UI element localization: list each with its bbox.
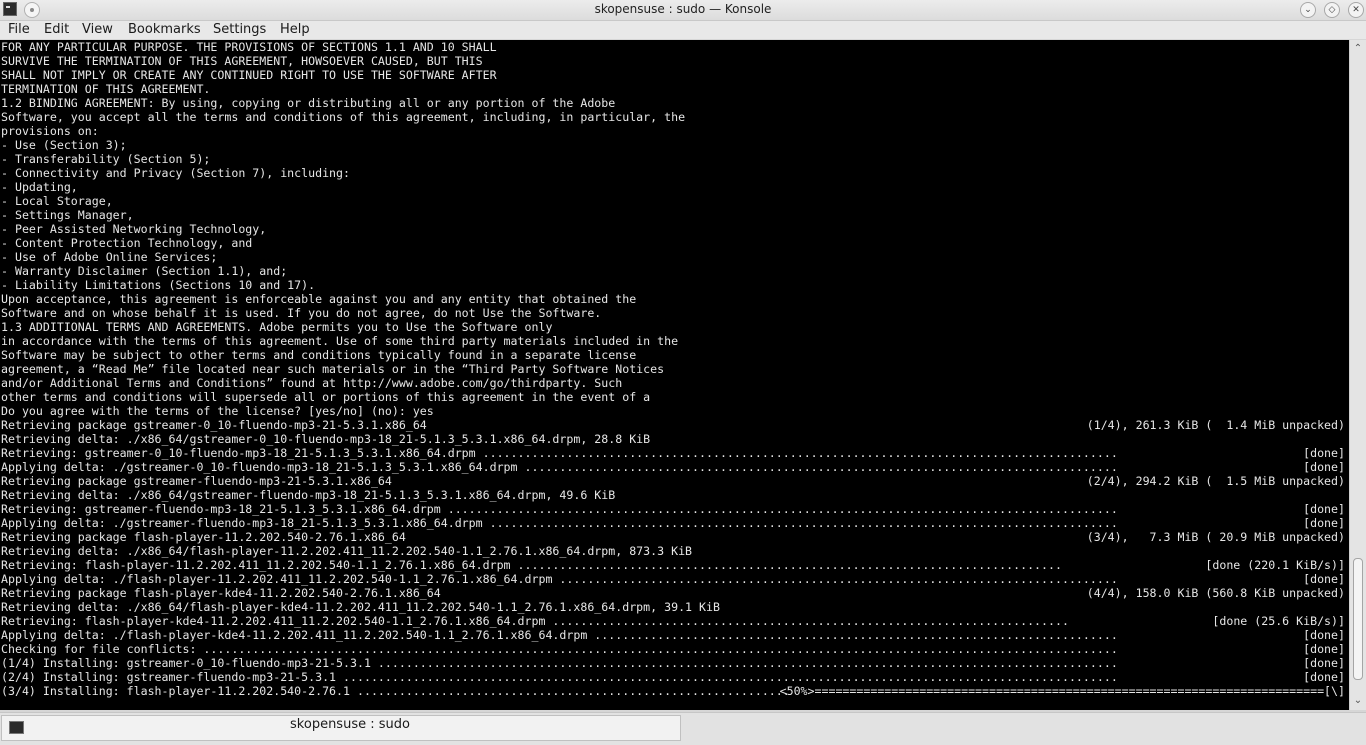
terminal-line: (3/4) Installing: flash-player-11.2.202.… — [1, 684, 790, 698]
terminal-status: [done] — [1303, 502, 1345, 516]
terminal-line: Software may be subject to other terms a… — [1, 348, 637, 362]
terminal-line: - Use of Adobe Online Services; — [1, 250, 218, 264]
terminal-line: FOR ANY PARTICULAR PURPOSE. THE PROVISIO… — [1, 40, 497, 54]
terminal-status: [done (25.6 KiB/s)] — [1212, 614, 1345, 628]
terminal-line: Checking for file conflicts: ...........… — [1, 642, 1118, 656]
terminal-status: [done] — [1303, 642, 1345, 656]
menubar: File Edit View Bookmarks Settings Help — [0, 21, 1366, 39]
terminal-line: Retrieving delta: ./x86_64/gstreamer-0_1… — [1, 432, 651, 446]
terminal-line: - Liability Limitations (Sections 10 and… — [1, 278, 316, 292]
menu-help[interactable]: Help — [280, 21, 310, 39]
terminal-line: Retrieving package flash-player-kde4-11.… — [1, 586, 441, 600]
terminal-line: Retrieving package gstreamer-0_10-fluend… — [1, 418, 427, 432]
terminal-line: - Updating, — [1, 180, 78, 194]
terminal-line: - Warranty Disclaimer (Section 1.1), and… — [1, 264, 288, 278]
menu-settings[interactable]: Settings — [213, 21, 266, 39]
terminal-line: SHALL NOT IMPLY OR CREATE ANY CONTINUED … — [1, 68, 497, 82]
terminal-status: [done (220.1 KiB/s)] — [1205, 558, 1345, 572]
window-title: skopensuse : sudo — Konsole — [594, 2, 772, 16]
terminal-line: Retrieving delta: ./x86_64/gstreamer-flu… — [1, 488, 616, 502]
terminal-line: Applying delta: ./gstreamer-0_10-fluendo… — [1, 460, 1118, 474]
scrollbar-thumb[interactable] — [1353, 558, 1363, 680]
terminal-line: - Local Storage, — [1, 194, 113, 208]
terminal-line: and/or Additional Terms and Conditions” … — [1, 376, 623, 390]
scroll-up-icon[interactable]: ⌃ — [1350, 42, 1366, 56]
terminal-line: Do you agree with the terms of the licen… — [1, 404, 434, 418]
terminal-line: other terms and conditions will supersed… — [1, 390, 651, 404]
maximize-icon[interactable]: ◇ — [1324, 2, 1340, 18]
terminal-line: Applying delta: ./flash-player-kde4-11.2… — [1, 628, 1118, 642]
terminal-status: [done] — [1303, 446, 1345, 460]
terminal-line: Retrieving package gstreamer-fluendo-mp3… — [1, 474, 392, 488]
terminal-status: [done] — [1303, 670, 1345, 684]
terminal-line: Retrieving: flash-player-11.2.202.411_11… — [1, 558, 1062, 572]
terminal-line: 1.2 BINDING AGREEMENT: By using, copying… — [1, 96, 616, 110]
terminal-line: Retrieving delta: ./x86_64/flash-player-… — [1, 544, 693, 558]
terminal-status: [done] — [1303, 656, 1345, 670]
terminal-line: SURVIVE THE TERMINATION OF THIS AGREEMEN… — [1, 54, 483, 68]
menu-view[interactable]: View — [82, 21, 113, 39]
terminal-status: <50%>===================================… — [779, 684, 1345, 698]
terminal-line: - Transferability (Section 5); — [1, 152, 211, 166]
terminal-output[interactable]: FOR ANY PARTICULAR PURPOSE. THE PROVISIO… — [0, 40, 1349, 710]
terminal-line: Applying delta: ./flash-player-11.2.202.… — [1, 572, 1118, 586]
close-icon[interactable]: ✕ — [1348, 2, 1364, 18]
terminal-line: Applying delta: ./gstreamer-fluendo-mp3-… — [1, 516, 1118, 530]
menu-bookmarks[interactable]: Bookmarks — [128, 21, 201, 39]
terminal-status: [done] — [1303, 516, 1345, 530]
terminal-status: [done] — [1303, 628, 1345, 642]
terminal-line: (1/4) Installing: gstreamer-0_10-fluendo… — [1, 656, 1118, 670]
terminal-status: (1/4), 261.3 KiB ( 1.4 MiB unpacked) — [1086, 418, 1345, 432]
menu-edit[interactable]: Edit — [44, 21, 69, 39]
window-titlebar[interactable]: skopensuse : sudo — Konsole ⌄ ◇ ✕ — [0, 0, 1366, 21]
terminal-line: Retrieving: flash-player-kde4-11.2.202.4… — [1, 614, 1069, 628]
terminal-line: - Connectivity and Privacy (Section 7), … — [1, 166, 351, 180]
terminal-line: in accordance with the terms of this agr… — [1, 334, 679, 348]
terminal-line: 1.3 ADDITIONAL TERMS AND AGREEMENTS. Ado… — [1, 320, 553, 334]
terminal-line: Retrieving: gstreamer-fluendo-mp3-18_21-… — [1, 502, 1118, 516]
terminal-line: - Use (Section 3); — [1, 138, 127, 152]
terminal-line: - Settings Manager, — [1, 208, 134, 222]
terminal-status: (4/4), 158.0 KiB (560.8 KiB unpacked) — [1086, 586, 1345, 600]
terminal-line: - Content Protection Technology, and — [1, 236, 253, 250]
terminal-line: Retrieving package flash-player-11.2.202… — [1, 530, 406, 544]
terminal-line: Retrieving delta: ./x86_64/flash-player-… — [1, 600, 720, 614]
terminal-status: [done] — [1303, 572, 1345, 586]
terminal-line: agreement, a “Read Me” file located near… — [1, 362, 665, 376]
terminal-status: (2/4), 294.2 KiB ( 1.5 MiB unpacked) — [1086, 474, 1345, 488]
terminal-line: Software and on whose behalf it is used.… — [1, 306, 602, 320]
menu-file[interactable]: File — [8, 21, 30, 39]
terminal-status: [done] — [1303, 460, 1345, 474]
scroll-down-icon[interactable]: ⌄ — [1350, 694, 1366, 708]
taskbar-item-label: skopensuse : sudo — [290, 717, 410, 732]
minimize-icon[interactable]: ⌄ — [1300, 2, 1316, 18]
terminal-line: TERMINATION OF THIS AGREEMENT. — [1, 82, 211, 96]
terminal-status: (3/4), 7.3 MiB ( 20.9 MiB unpacked) — [1086, 530, 1345, 544]
terminal-line: provisions on: — [1, 124, 99, 138]
taskbar: skopensuse : sudo — [0, 712, 1366, 745]
terminal-line: Software, you accept all the terms and c… — [1, 110, 686, 124]
terminal-line: - Peer Assisted Networking Technology, — [1, 222, 267, 236]
terminal-line: Upon acceptance, this agreement is enfor… — [1, 292, 637, 306]
terminal-scrollbar[interactable]: ⌃ ⌄ — [1349, 40, 1366, 710]
terminal-line: (2/4) Installing: gstreamer-fluendo-mp3-… — [1, 670, 1118, 684]
terminal-line: Retrieving: gstreamer-0_10-fluendo-mp3-1… — [1, 446, 1118, 460]
